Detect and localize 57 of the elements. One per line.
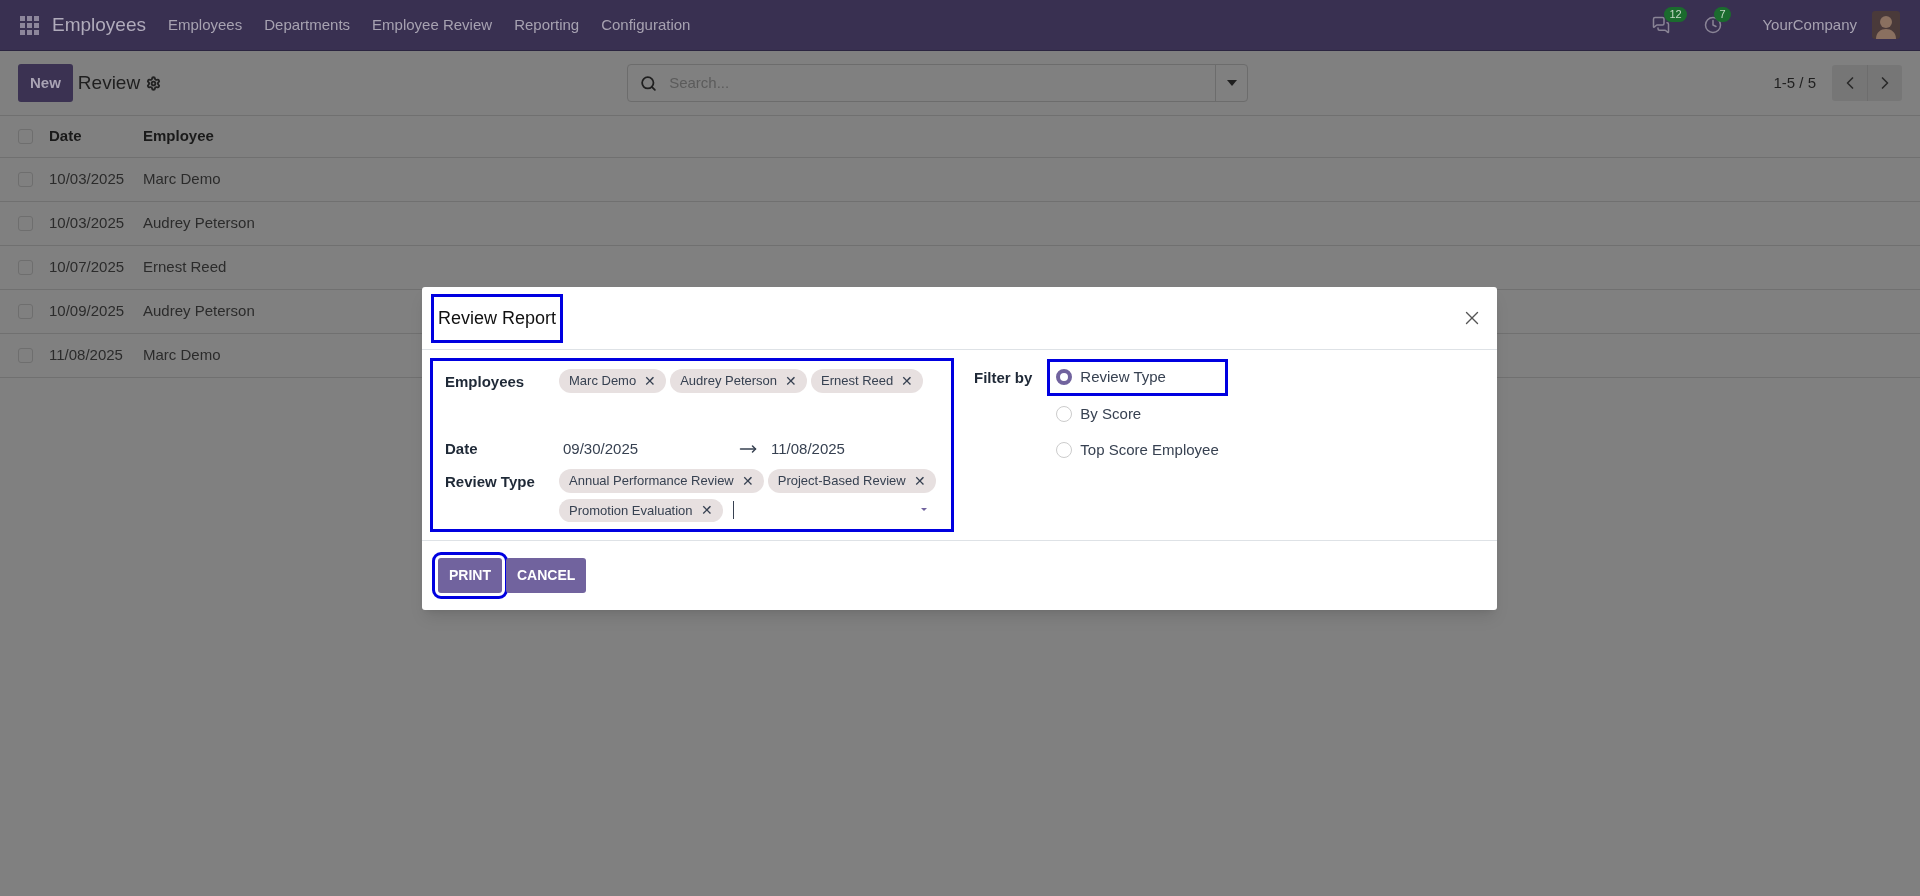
field-label: Employees [445, 372, 526, 392]
count-badge: 7 [1714, 7, 1731, 22]
field-label: Filter by [974, 368, 1033, 388]
column-header[interactable]: Employee [143, 125, 214, 148]
tag: Project-Based Review ✕ [767, 469, 936, 493]
tags-field[interactable]: Annual Performance Review ✕ Project-Based Review ✕ Promotion Evaluation ✕ [559, 469, 939, 522]
settings-icon[interactable] [146, 75, 162, 91]
date-field[interactable]: 09/30/2025 [559, 437, 739, 461]
new-button[interactable]: New [18, 64, 73, 102]
menu-item[interactable]: Configuration [601, 13, 691, 37]
page-title: Review [77, 70, 141, 95]
table-cell-text: 10/03/2025 [49, 213, 126, 234]
radio-option[interactable]: Top Score Employee [1050, 435, 1225, 466]
app-menu-icon[interactable] [20, 15, 39, 35]
table-cell-text: 10/07/2025 [49, 257, 126, 278]
app-title[interactable]: Employees [52, 10, 146, 40]
tag: Audrey Peterson ✕ [670, 369, 808, 393]
menu-item[interactable]: Departments [264, 13, 351, 37]
field-label: Review Type [445, 472, 535, 492]
remove-tag-button[interactable]: ✕ [700, 503, 713, 518]
dialog-title: Review Report [434, 296, 561, 340]
chat-icon[interactable] [1652, 16, 1671, 34]
table-cell-text: 11/08/2025 [49, 345, 124, 366]
search-icon [640, 74, 658, 92]
remove-tag-button[interactable]: ✕ [901, 373, 914, 388]
remove-tag-button[interactable]: ✕ [741, 473, 754, 488]
company-name[interactable]: YourCompany [1762, 13, 1857, 37]
table-cell-text: Marc Demo [143, 345, 221, 366]
tag: Ernest Reed ✕ [811, 369, 924, 393]
column-header[interactable]: Date [49, 125, 143, 148]
tag: Annual Performance Review ✕ [559, 469, 764, 493]
tag: Marc Demo ✕ [559, 369, 667, 393]
date-field[interactable]: 11/08/2025 [767, 437, 947, 461]
avatar-icon[interactable] [1872, 11, 1900, 39]
remove-tag-button[interactable]: ✕ [785, 373, 798, 388]
menu-item[interactable]: Reporting [514, 13, 580, 37]
radio-option[interactable]: Review Type [1050, 362, 1225, 393]
table-cell-text: 10/09/2025 [49, 301, 126, 322]
radio-option[interactable]: By Score [1050, 398, 1225, 429]
remove-tag-button[interactable]: ✕ [913, 473, 926, 488]
table-cell-text: Ernest Reed [143, 257, 227, 278]
count-badge: 12 [1664, 7, 1687, 22]
caret-icon [1226, 80, 1237, 86]
remove-tag-button[interactable]: ✕ [644, 373, 657, 388]
tag: Promotion Evaluation ✕ [559, 498, 723, 522]
pager-value: 1-5 / 5 [1773, 72, 1816, 93]
table-cell-text: Marc Demo [143, 169, 221, 190]
dialog-button[interactable]: CANCEL [506, 558, 587, 593]
menu-item[interactable]: Employee Review [372, 13, 493, 37]
tags-field[interactable]: Marc Demo ✕ Audrey Peterson ✕ Ernest Reed ✕ [559, 369, 939, 429]
table-cell-text: 10/03/2025 [49, 169, 126, 190]
menu-item[interactable]: Employees [168, 13, 243, 37]
table-cell-text: Audrey Peterson [143, 213, 255, 234]
dropdown-caret-icon[interactable] [919, 507, 929, 514]
field-label: Date [445, 438, 479, 459]
clock-icon[interactable] [1704, 16, 1723, 34]
table-cell-text: Audrey Peterson [143, 301, 255, 322]
